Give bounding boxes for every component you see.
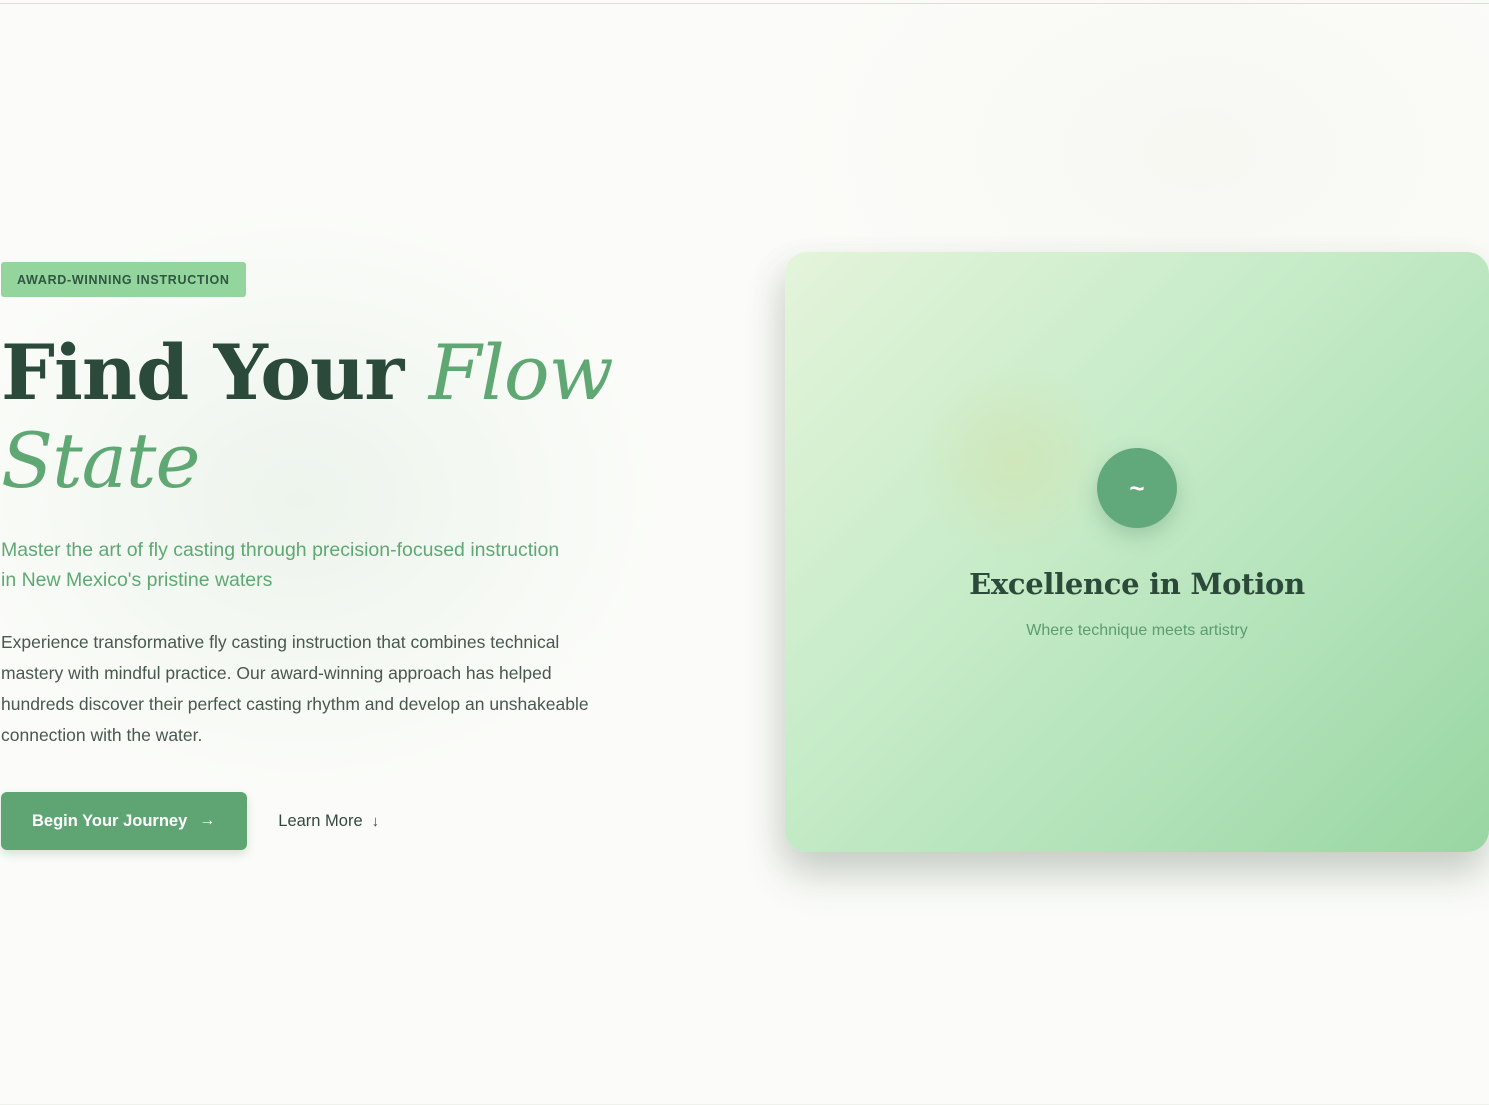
- award-badge: AWARD-WINNING INSTRUCTION: [1, 262, 246, 297]
- hero-headline: Find Your Flow State: [1, 329, 641, 505]
- begin-journey-button[interactable]: Begin Your Journey →: [1, 792, 248, 850]
- card-subtitle: Where technique meets artistry: [1026, 622, 1248, 639]
- card-title: Excellence in Motion: [969, 567, 1305, 601]
- card-content: ~ Excellence in Motion Where technique m…: [785, 448, 1489, 642]
- feature-card: ~ Excellence in Motion Where technique m…: [785, 252, 1489, 852]
- headline-main: Find Your: [1, 328, 429, 417]
- learn-more-label: Learn More: [278, 811, 363, 830]
- hero-description: Experience transformative fly casting in…: [1, 632, 589, 745]
- begin-journey-label: Begin Your Journey: [32, 811, 188, 830]
- hero-actions: Begin Your Journey → Learn More ↓: [1, 792, 641, 850]
- wave-icon: ~: [1097, 448, 1177, 528]
- hero-lead: Master the art of fly casting through pr…: [1, 539, 560, 591]
- top-divider: [0, 3, 1489, 4]
- arrow-down-icon: ↓: [371, 812, 380, 830]
- learn-more-link[interactable]: Learn More ↓: [278, 812, 379, 831]
- hero-content: AWARD-WINNING INSTRUCTION Find Your Flow…: [1, 262, 641, 850]
- arrow-right-icon: →: [199, 812, 216, 829]
